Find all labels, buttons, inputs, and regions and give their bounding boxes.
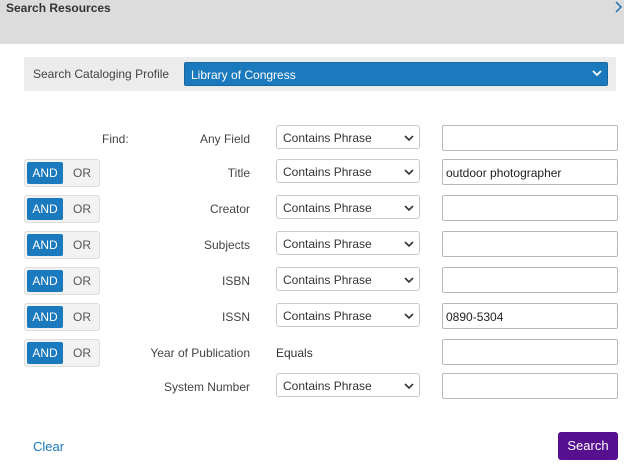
boolean-toggle: AND OR [24,267,100,295]
search-row-title: AND OR Title Contains Phrase outdoor pho… [0,159,624,187]
search-term-input[interactable] [442,339,618,365]
operator-static: Equals [276,346,313,360]
operator-select[interactable]: Contains Phrase [276,231,420,255]
search-row-system-number: System Number Contains Phrase [0,373,624,399]
search-button[interactable]: Search [558,432,618,460]
chevron-right-icon[interactable] [614,0,624,14]
chevron-down-icon [404,309,414,323]
operator-select[interactable]: Contains Phrase [276,267,420,291]
boolean-toggle: AND OR [24,159,100,187]
search-row-year: AND OR Year of Publication Equals [0,339,624,367]
field-label: Any Field [199,132,250,146]
field-label: Subjects [203,238,250,252]
or-button[interactable]: OR [65,342,99,364]
search-row-isbn: AND OR ISBN Contains Phrase [0,267,624,295]
operator-select[interactable]: Contains Phrase [276,303,420,327]
operator-value: Contains Phrase [283,379,372,393]
operator-value: Contains Phrase [283,237,372,251]
chevron-down-icon [404,237,414,251]
and-button[interactable]: AND [27,270,63,292]
operator-select[interactable]: Contains Phrase [276,195,420,219]
and-button[interactable]: AND [27,162,63,184]
profile-selected-value: Library of Congress [191,68,296,82]
chevron-down-icon [404,273,414,287]
or-button[interactable]: OR [65,162,99,184]
search-term-input[interactable] [442,195,618,221]
search-row-subjects: AND OR Subjects Contains Phrase [0,231,624,259]
operator-select[interactable]: Contains Phrase [276,373,420,397]
search-term-input[interactable]: 0890-5304 [442,303,618,329]
search-term-input[interactable] [442,373,618,399]
chevron-down-icon [404,201,414,215]
boolean-toggle: AND OR [24,231,100,259]
search-row-any-field: Find: Any Field Contains Phrase [0,125,624,151]
field-label: System Number [163,380,250,394]
search-row-creator: AND OR Creator Contains Phrase [0,195,624,223]
chevron-down-icon [404,165,414,179]
search-row-issn: AND OR ISSN Contains Phrase 0890-5304 [0,303,624,331]
profile-select[interactable]: Library of Congress [184,62,608,86]
operator-select[interactable]: Contains Phrase [276,159,420,183]
field-label: Title [227,166,250,180]
operator-value: Contains Phrase [283,309,372,323]
dialog-header: Search Resources [0,0,624,44]
boolean-toggle: AND OR [24,339,100,367]
search-term-input[interactable] [442,125,618,151]
or-button[interactable]: OR [65,306,99,328]
chevron-down-icon [404,131,414,145]
chevron-down-icon [592,66,602,80]
and-button[interactable]: AND [27,234,63,256]
field-label: ISBN [221,274,250,288]
profile-bar: Search Cataloging Profile Library of Con… [24,57,616,91]
operator-value: Contains Phrase [283,273,372,287]
search-term-input[interactable] [442,267,618,293]
field-label: ISSN [221,310,250,324]
chevron-down-icon [404,379,414,393]
or-button[interactable]: OR [65,234,99,256]
field-label: Creator [209,202,250,216]
operator-value: Contains Phrase [283,165,372,179]
profile-label: Search Cataloging Profile [33,67,170,81]
search-term-value: outdoor photographer [446,166,562,180]
operator-value: Contains Phrase [283,131,372,145]
operator-select[interactable]: Contains Phrase [276,125,420,149]
and-button[interactable]: AND [27,306,63,328]
operator-value: Contains Phrase [283,201,372,215]
boolean-toggle: AND OR [24,195,100,223]
or-button[interactable]: OR [65,270,99,292]
boolean-toggle: AND OR [24,303,100,331]
clear-link[interactable]: Clear [33,439,64,454]
search-term-input[interactable]: outdoor photographer [442,159,618,185]
or-button[interactable]: OR [65,198,99,220]
and-button[interactable]: AND [27,198,63,220]
field-label: Year of Publication [150,346,250,360]
search-term-value: 0890-5304 [446,310,504,324]
dialog-title: Search Resources [6,1,111,15]
search-term-input[interactable] [442,231,618,257]
and-button[interactable]: AND [27,342,63,364]
